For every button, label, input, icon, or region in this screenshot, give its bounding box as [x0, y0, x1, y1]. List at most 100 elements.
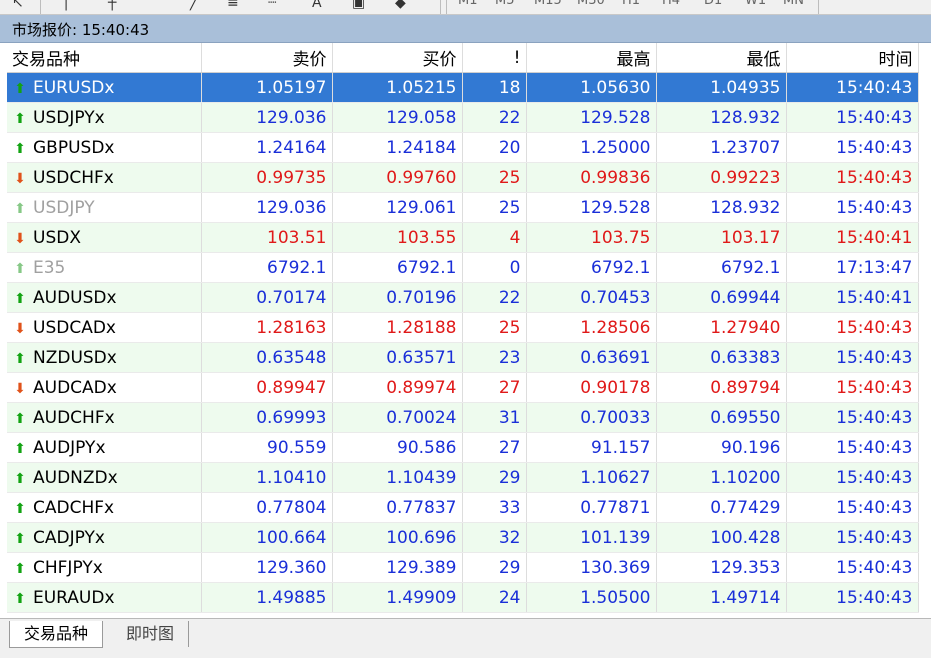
spread-cell: 25 — [462, 312, 527, 343]
table-row[interactable]: ⬇ USDCADx 1.28163 1.28188 25 1.28506 1.27940 15… — [7, 312, 919, 343]
text-icon[interactable]: A — [312, 0, 322, 12]
market-watch-title-bar[interactable]: 市场报价: 15:40:43 — [0, 15, 931, 43]
symbol-name: CADCHFx — [33, 497, 115, 518]
table-row[interactable]: ⬆ EURUSDx 1.05197 1.05215 18 1.05630 1.04935 15… — [7, 72, 919, 103]
spread-cell: 24 — [462, 582, 527, 613]
toolbar-separator — [40, 0, 41, 14]
window-title: 市场报价: 15:40:43 — [12, 21, 150, 39]
table-row[interactable]: ⬆ AUDUSDx 0.70174 0.70196 22 0.70453 0.69944 15… — [7, 282, 919, 313]
arrow-down-icon: ⬇ — [14, 320, 26, 337]
fibonacci-icon[interactable]: ┈ — [268, 0, 276, 12]
table-row[interactable]: ⬆ GBPUSDx 1.24164 1.24184 20 1.25000 1.23707 15… — [7, 132, 919, 163]
low-cell: 100.428 — [656, 522, 787, 553]
symbol-name: GBPUSDx — [33, 137, 115, 158]
symbol-name: E35 — [33, 257, 66, 278]
table-header-row: 交易品种 卖价 买价 ! 最高 最低 时间 — [7, 43, 919, 73]
arrow-up-icon: ⬆ — [14, 530, 26, 547]
ask-cell: 0.70024 — [332, 402, 463, 433]
high-cell: 0.90178 — [526, 372, 657, 403]
timeframe-m5[interactable]: M5 — [495, 0, 515, 8]
table-row[interactable]: ⬆ CHFJPYx 129.360 129.389 29 130.369 129.353 15… — [7, 552, 919, 583]
symbol-name: AUDCHFx — [33, 407, 115, 428]
timeframe-m30[interactable]: M30 — [577, 0, 605, 8]
table-row[interactable]: ⬆ AUDJPYx 90.559 90.586 27 91.157 90.196 15:40:… — [7, 432, 919, 463]
ask-cell: 90.586 — [332, 432, 463, 463]
arrow-up-icon: ⬆ — [14, 80, 26, 97]
col-header-spread[interactable]: ! — [462, 43, 527, 73]
spread-cell: 22 — [462, 102, 527, 133]
timeframe-mn[interactable]: MN — [783, 0, 804, 8]
table-row[interactable]: ⬇ USDCHFx 0.99735 0.99760 25 0.99836 0.99223 15… — [7, 162, 919, 193]
time-cell: 15:40:43 — [786, 342, 919, 373]
spread-cell: 27 — [462, 432, 527, 463]
channel-icon[interactable]: ≡ — [227, 0, 239, 12]
timeframe-w1[interactable]: W1 — [745, 0, 766, 8]
spread-cell: 22 — [462, 282, 527, 313]
symbol-cell: ⬆ GBPUSDx — [7, 132, 202, 163]
table-row[interactable]: ⬆ NZDUSDx 0.63548 0.63571 23 0.63691 0.63383 15… — [7, 342, 919, 373]
time-cell: 15:40:43 — [786, 462, 919, 493]
cursor-icon[interactable]: ↖ — [12, 0, 24, 12]
time-cell: 15:40:41 — [786, 222, 919, 253]
tab-symbols[interactable]: 交易品种 — [9, 621, 104, 648]
table-row[interactable]: ⬆ AUDNZDx 1.10410 1.10439 29 1.10627 1.10200 15… — [7, 462, 919, 493]
toolbar-separator — [446, 0, 447, 14]
arrow-shapes-icon[interactable]: ◆ — [395, 0, 406, 12]
low-cell: 103.17 — [656, 222, 787, 253]
ask-cell: 0.70196 — [332, 282, 463, 313]
table-row[interactable]: ⬆ USDJPY 129.036 129.061 25 129.528 128.932 15:… — [7, 192, 919, 223]
col-header-ask[interactable]: 买价 — [332, 43, 463, 73]
table-row[interactable]: ⬆ USDJPYx 129.036 129.058 22 129.528 128.932 15… — [7, 102, 919, 133]
ask-cell: 1.28188 — [332, 312, 463, 343]
table-row[interactable]: ⬆ CADJPYx 100.664 100.696 32 101.139 100.428 15… — [7, 522, 919, 553]
symbol-cell: ⬆ NZDUSDx — [7, 342, 202, 373]
timeframe-h1[interactable]: H1 — [622, 0, 640, 8]
symbol-cell: ⬆ AUDNZDx — [7, 462, 202, 493]
symbol-cell: ⬆ CADJPYx — [7, 522, 202, 553]
high-cell: 129.528 — [526, 192, 657, 223]
col-header-high[interactable]: 最高 — [526, 43, 657, 73]
symbol-name: AUDNZDx — [33, 467, 118, 488]
high-cell: 6792.1 — [526, 252, 657, 283]
low-cell: 129.353 — [656, 552, 787, 583]
bid-cell: 103.51 — [201, 222, 333, 253]
bid-cell: 1.05197 — [201, 72, 333, 103]
low-cell: 0.89794 — [656, 372, 787, 403]
trendline-icon[interactable]: ╱ — [190, 0, 198, 12]
time-cell: 15:40:43 — [786, 552, 919, 583]
spread-cell: 23 — [462, 342, 527, 373]
arrow-up-icon: ⬆ — [14, 350, 26, 367]
bid-cell: 100.664 — [201, 522, 333, 553]
table-row[interactable]: ⬆ CADCHFx 0.77804 0.77837 33 0.77871 0.77429 15… — [7, 492, 919, 523]
col-header-low[interactable]: 最低 — [656, 43, 787, 73]
spread-cell: 27 — [462, 372, 527, 403]
table-row[interactable]: ⬆ EURAUDx 1.49885 1.49909 24 1.50500 1.49714 15… — [7, 582, 919, 613]
label-icon[interactable]: ▣ — [352, 0, 365, 12]
col-header-bid[interactable]: 卖价 — [201, 43, 333, 73]
high-cell: 103.75 — [526, 222, 657, 253]
symbol-cell: ⬆ AUDCHFx — [7, 402, 202, 433]
low-cell: 1.04935 — [656, 72, 787, 103]
spread-cell: 25 — [462, 162, 527, 193]
vertical-line-icon[interactable]: │ — [62, 0, 70, 12]
ask-cell: 129.061 — [332, 192, 463, 223]
table-row[interactable]: ⬆ E35 6792.1 6792.1 0 6792.1 6792.1 17:13:47 — [7, 252, 919, 283]
table-row[interactable]: ⬇ AUDCADx 0.89947 0.89974 27 0.90178 0.89794 15… — [7, 372, 919, 403]
table-row[interactable]: ⬇ USDX 103.51 103.55 4 103.75 103.17 15:40:41 — [7, 222, 919, 253]
horizontal-line-icon[interactable]: ┼ — [108, 0, 116, 12]
time-cell: 15:40:43 — [786, 402, 919, 433]
timeframe-m1[interactable]: M1 — [458, 0, 478, 8]
timeframe-h4[interactable]: H4 — [662, 0, 680, 8]
symbol-name: USDCHFx — [33, 167, 114, 188]
col-header-time[interactable]: 时间 — [786, 43, 919, 73]
tab-tick-chart[interactable]: 即时图 — [112, 621, 190, 647]
col-header-symbol[interactable]: 交易品种 — [7, 43, 202, 73]
symbol-cell: ⬆ EURAUDx — [7, 582, 202, 613]
ask-cell: 6792.1 — [332, 252, 463, 283]
bid-cell: 0.99735 — [201, 162, 333, 193]
high-cell: 1.05630 — [526, 72, 657, 103]
timeframe-d1[interactable]: D1 — [704, 0, 722, 8]
table-row[interactable]: ⬆ AUDCHFx 0.69993 0.70024 31 0.70033 0.69550 15… — [7, 402, 919, 433]
timeframe-m15[interactable]: M15 — [534, 0, 562, 8]
toolbar-separator — [440, 0, 441, 14]
